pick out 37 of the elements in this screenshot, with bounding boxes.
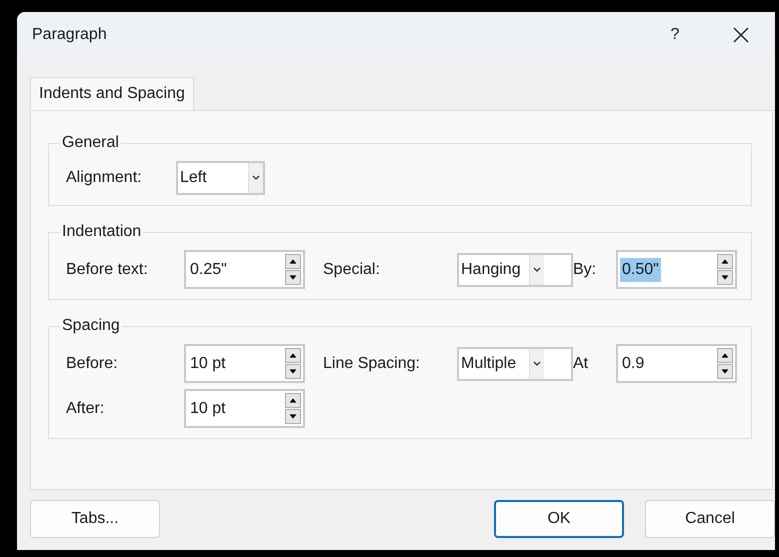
group-title: Spacing (61, 316, 121, 336)
group-title: General (61, 133, 120, 153)
window-title: Paragraph (32, 25, 108, 45)
spin-field[interactable]: 10 pt (184, 344, 305, 383)
field-label: After: (66, 400, 104, 416)
field-value: 0.9 (621, 354, 646, 374)
field-value: 0.25" (189, 260, 228, 280)
field-label: Alignment: (66, 169, 142, 186)
chevron-down-icon (532, 360, 542, 368)
dropdown[interactable]: Left (176, 161, 265, 195)
dropdown-value: Left (179, 168, 208, 188)
dialog-button[interactable]: Tabs... (30, 500, 160, 538)
group-title: Indentation (61, 222, 142, 242)
field-label: Before: (66, 354, 118, 372)
field-label: Special: (323, 260, 380, 278)
close-icon[interactable] (733, 27, 749, 43)
field-label: Line Spacing: (323, 354, 420, 372)
dialog-button[interactable]: Cancel (645, 500, 775, 538)
spin-field[interactable]: 0.25" (184, 250, 305, 289)
ok-button[interactable]: OK (494, 500, 624, 538)
field-label: At (573, 354, 588, 372)
field-label: By: (573, 260, 596, 278)
dropdown-value: Multiple (460, 354, 518, 374)
field-value: 0.50" (620, 258, 661, 282)
spin-field[interactable]: 10 pt (184, 389, 305, 428)
dropdown[interactable]: Multiple (457, 346, 573, 380)
tab[interactable]: Indents and Spacing (30, 77, 194, 110)
field-label: Before text: (66, 260, 148, 278)
chevron-down-icon (532, 266, 542, 274)
spin-field[interactable]: 0.50" (616, 250, 737, 289)
field-value: 10 pt (189, 398, 227, 418)
chevron-down-icon (251, 174, 261, 182)
dropdown-value: Hanging (460, 260, 522, 280)
spin-field[interactable]: 0.9 (616, 344, 737, 383)
field-value: 10 pt (189, 354, 227, 374)
dropdown[interactable]: Hanging (457, 252, 573, 286)
help-button[interactable]: ? (655, 15, 695, 55)
